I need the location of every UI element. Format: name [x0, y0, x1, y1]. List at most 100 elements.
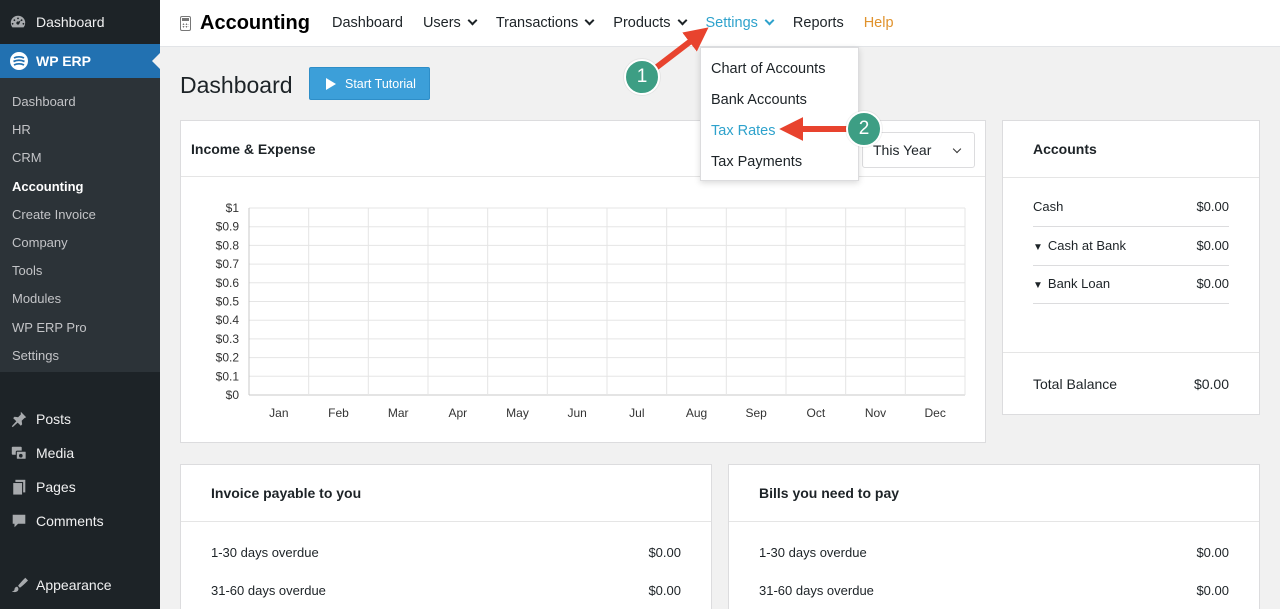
x-tick-label: May — [506, 406, 529, 420]
caret-down-icon[interactable]: ▼ — [1033, 242, 1043, 253]
sidebar-item-wp-erp[interactable]: WP ERP — [0, 44, 160, 78]
x-tick-label: Dec — [924, 406, 945, 420]
submenu-item-tools[interactable]: Tools — [0, 257, 160, 285]
sidebar-item-label: Pages — [36, 479, 76, 495]
x-tick-label: Aug — [686, 406, 707, 420]
x-tick-label: Jun — [567, 406, 586, 420]
pages-icon — [9, 477, 29, 497]
nav-reports[interactable]: Reports — [793, 15, 844, 31]
account-row-cash-at-bank[interactable]: ▼ Cash at Bank $0.00 — [1033, 227, 1229, 266]
sidebar-item-label: WP ERP — [36, 53, 91, 69]
nav-products[interactable]: Products — [613, 15, 687, 31]
sidebar-item-label: Posts — [36, 411, 72, 427]
overdue-row[interactable]: 31-60 days overdue $0.00 — [211, 571, 681, 609]
overdue-value: $0.00 — [648, 544, 681, 560]
nav-users[interactable]: Users — [423, 15, 478, 31]
step-badge-1: 1 — [624, 59, 660, 95]
start-tutorial-button[interactable]: Start Tutorial — [309, 67, 430, 100]
submenu-item-settings[interactable]: Settings — [0, 342, 160, 370]
nav-settings[interactable]: Settings — [706, 15, 775, 31]
panel-title: Bills you need to pay — [729, 465, 1259, 522]
income-expense-panel: Income & Expense This Year $0 $0.1 $0.2 $0.… — [180, 120, 986, 443]
account-row-cash[interactable]: Cash $0.00 — [1033, 188, 1229, 227]
media-icon — [9, 443, 29, 463]
submenu-item-dashboard[interactable]: Dashboard — [0, 88, 160, 116]
overdue-row[interactable]: 31-60 days overdue $0.00 — [759, 571, 1229, 609]
nav-help[interactable]: Help — [864, 15, 894, 31]
overdue-value: $0.00 — [1196, 544, 1229, 560]
accounting-brand[interactable]: Accounting — [180, 12, 310, 35]
menu-item-tax-rates[interactable]: Tax Rates — [701, 115, 858, 146]
account-row-bank-loan[interactable]: ▼ Bank Loan $0.00 — [1033, 265, 1229, 304]
income-expense-chart: $0 $0.1 $0.2 $0.3 $0.4 $0.5 $0.6 $0.7 $0.8 $0.9 $1… — [216, 201, 966, 420]
nav-dashboard[interactable]: Dashboard — [332, 15, 403, 31]
submenu-item-accounting[interactable]: Accounting — [0, 173, 160, 201]
sidebar-item-media[interactable]: Media — [0, 436, 160, 470]
step-badge-2: 2 — [846, 111, 882, 147]
submenu-item-crm[interactable]: CRM — [0, 144, 160, 172]
caret-down-icon[interactable]: ▼ — [1033, 280, 1043, 291]
chevron-down-icon — [952, 144, 962, 154]
y-tick-label: $0.3 — [216, 332, 240, 346]
overdue-value: $0.00 — [648, 582, 681, 598]
total-balance-label: Total Balance — [1033, 376, 1118, 392]
submenu-item-hr[interactable]: HR — [0, 116, 160, 144]
y-tick-label: $0.4 — [216, 313, 240, 327]
sidebar-submenu: Dashboard HR CRM Accounting Create Invoi… — [0, 78, 160, 372]
sidebar-item-posts[interactable]: Posts — [0, 402, 160, 436]
account-label: Bank Loan — [1047, 276, 1111, 292]
y-tick-label: $0.2 — [216, 351, 240, 365]
accounts-panel: Accounts Cash $0.00 ▼ Cash at Bank $0.00 … — [1002, 120, 1260, 415]
x-tick-label: Jul — [629, 406, 644, 420]
x-tick-label: Mar — [388, 406, 409, 420]
chevron-down-icon — [467, 15, 478, 26]
panel-title: Accounts — [1003, 121, 1259, 178]
y-tick-label: $1 — [226, 201, 240, 215]
sidebar-item-label: Appearance — [36, 577, 112, 593]
submenu-item-modules[interactable]: Modules — [0, 285, 160, 313]
period-select-value: This Year — [873, 142, 932, 158]
sidebar-item-comments[interactable]: Comments — [0, 504, 160, 538]
x-tick-label: Oct — [806, 406, 825, 420]
invoice-payable-panel: Invoice payable to you 1-30 days overdue… — [180, 464, 712, 609]
submenu-item-create-invoice[interactable]: Create Invoice — [0, 201, 160, 229]
sidebar-item-label: Comments — [36, 513, 104, 529]
overdue-row[interactable]: 1-30 days overdue $0.00 — [211, 533, 681, 571]
play-icon — [326, 77, 336, 90]
y-tick-label: $0.6 — [216, 276, 240, 290]
divider — [1003, 352, 1259, 353]
submenu-item-company[interactable]: Company — [0, 229, 160, 257]
menu-item-bank-accounts[interactable]: Bank Accounts — [701, 84, 858, 115]
sidebar-item-appearance[interactable]: Appearance — [0, 568, 160, 602]
account-label: Cash — [1033, 199, 1064, 215]
app-title: Accounting — [200, 11, 310, 34]
sidebar-item-dashboard[interactable]: Dashboard — [0, 0, 160, 44]
y-tick-label: $0.5 — [216, 295, 240, 309]
y-tick-label: $0.8 — [216, 238, 240, 252]
y-tick-label: $0.7 — [216, 257, 240, 271]
comments-icon — [9, 511, 29, 531]
account-value: $0.00 — [1196, 276, 1229, 292]
sidebar-item-label: Dashboard — [36, 14, 105, 30]
menu-item-tax-payments[interactable]: Tax Payments — [701, 146, 858, 177]
x-tick-label: Sep — [745, 406, 767, 420]
page-title: Dashboard — [180, 72, 293, 98]
overdue-label: 1-30 days overdue — [759, 544, 867, 560]
menu-item-chart-of-accounts[interactable]: Chart of Accounts — [701, 53, 858, 84]
chevron-down-icon — [677, 15, 687, 26]
chevron-down-icon — [764, 15, 775, 26]
x-tick-label: Jan — [269, 406, 288, 420]
wp-erp-icon — [9, 51, 29, 71]
y-tick-label: $0.9 — [216, 220, 240, 234]
overdue-label: 31-60 days overdue — [759, 582, 874, 598]
total-balance-row: Total Balance $0.00 — [1033, 366, 1229, 402]
sidebar-item-label: Media — [36, 445, 75, 461]
nav-transactions[interactable]: Transactions — [496, 15, 595, 31]
submenu-item-wp-erp-pro[interactable]: WP ERP Pro — [0, 314, 160, 342]
calculator-icon — [180, 15, 191, 31]
paintbrush-icon — [9, 575, 29, 595]
overdue-row[interactable]: 1-30 days overdue $0.00 — [759, 533, 1229, 571]
bills-to-pay-panel: Bills you need to pay 1-30 days overdue … — [728, 464, 1260, 609]
settings-dropdown-menu: Chart of Accounts Bank Accounts Tax Rate… — [700, 47, 859, 181]
sidebar-item-pages[interactable]: Pages — [0, 470, 160, 504]
